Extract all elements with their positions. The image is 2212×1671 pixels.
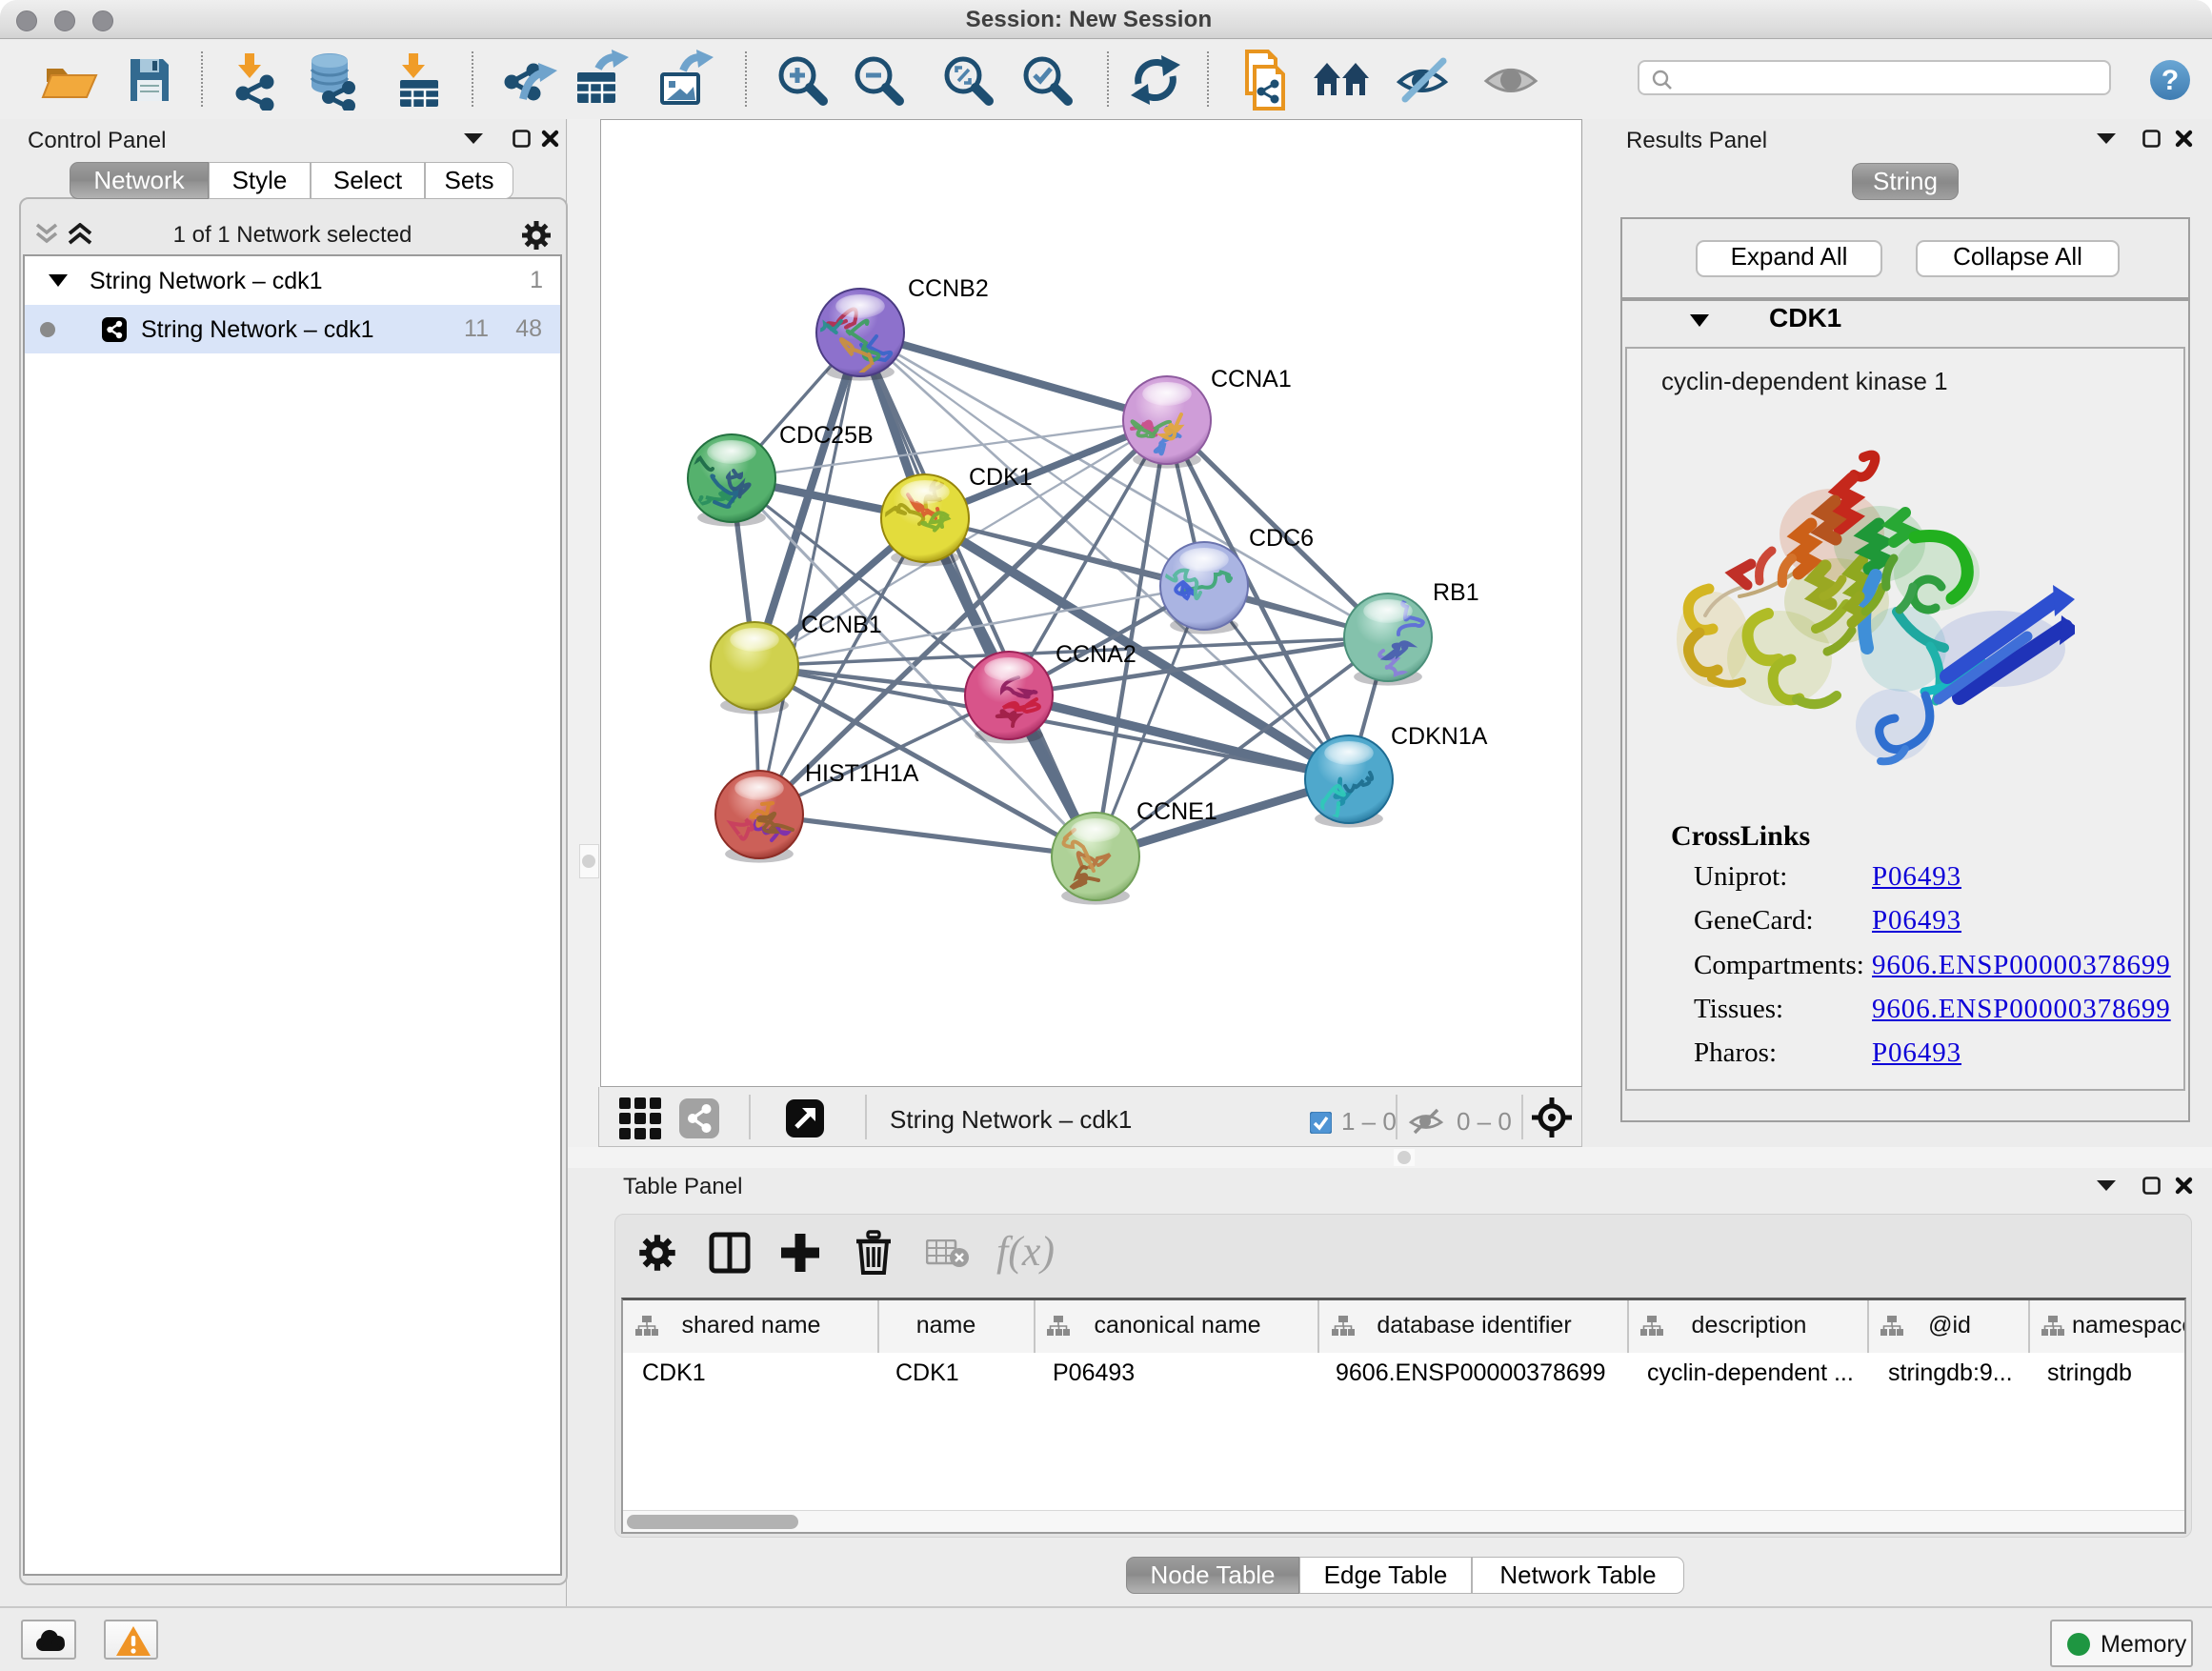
svg-text:CCNB1: CCNB1: [801, 612, 882, 638]
svg-text:CDKN1A: CDKN1A: [1391, 723, 1488, 750]
svg-text:CCNB2: CCNB2: [908, 275, 989, 302]
svg-text:RB1: RB1: [1433, 579, 1479, 606]
svg-text:CDC6: CDC6: [1249, 525, 1314, 552]
svg-text:CDK1: CDK1: [969, 464, 1033, 491]
svg-text:CCNA1: CCNA1: [1211, 366, 1292, 393]
svg-text:CCNA2: CCNA2: [1056, 641, 1136, 668]
svg-text:HIST1H1A: HIST1H1A: [805, 760, 919, 787]
svg-text:CDC25B: CDC25B: [779, 422, 874, 449]
svg-text:CCNE1: CCNE1: [1136, 798, 1217, 825]
svg-text:?: ?: [2162, 65, 2179, 96]
